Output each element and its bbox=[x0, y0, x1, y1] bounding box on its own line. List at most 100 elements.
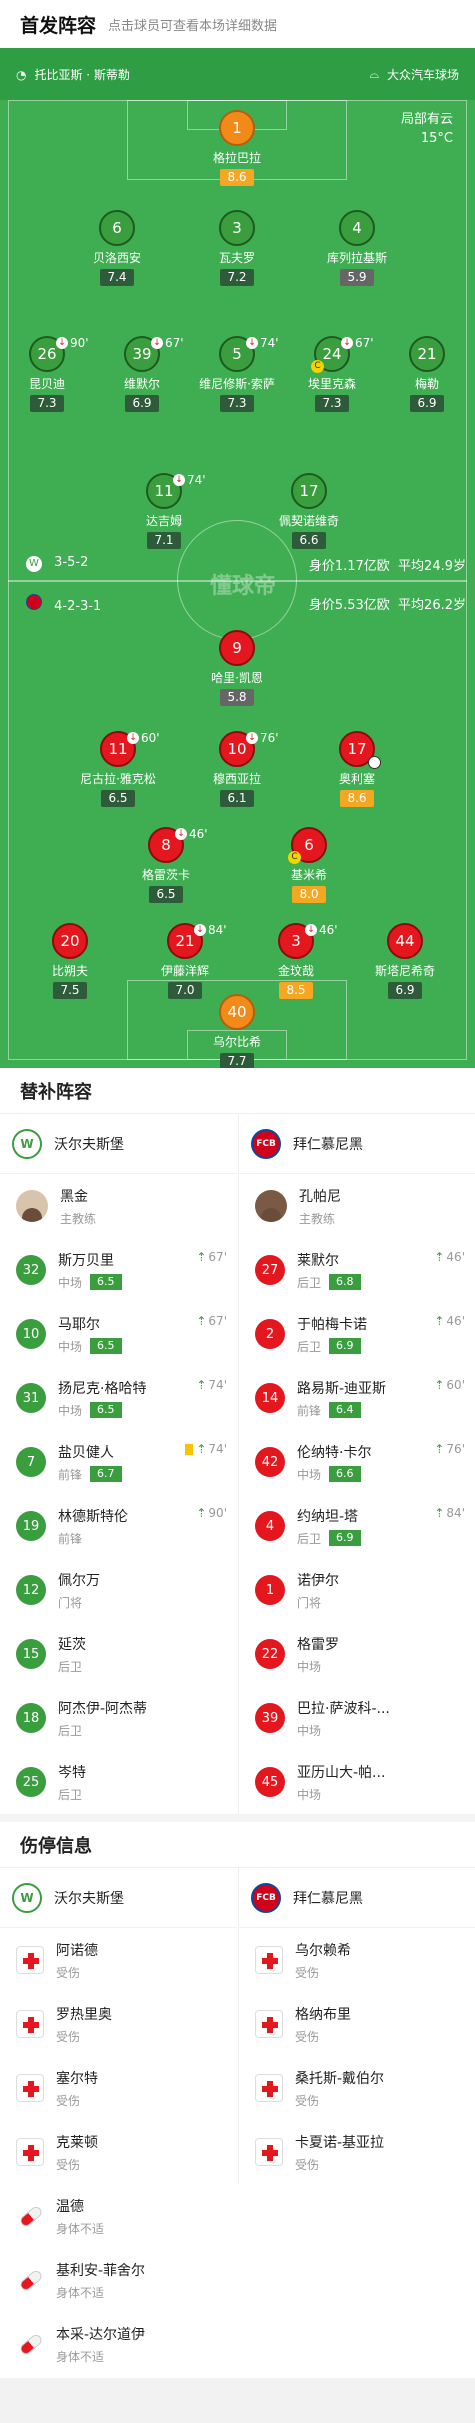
away-player[interactable]: 40 乌尔比希 7.7 bbox=[182, 994, 292, 1068]
away-team-row[interactable]: FCB 拜仁慕尼黑 bbox=[239, 1114, 475, 1174]
sub-player-row[interactable]: 27 莱默尔 后卫 6.8 ⇡ 46' bbox=[239, 1238, 475, 1302]
injury-row[interactable]: 罗热里奥 受伤 bbox=[0, 1992, 237, 2056]
away-player[interactable]: 44 斯塔尼希奇 6.9 bbox=[350, 923, 460, 999]
away-player[interactable]: 6 C 基米希 8.0 bbox=[254, 827, 364, 903]
player-rating: 6.5 bbox=[90, 1274, 122, 1290]
home-team-row[interactable]: W 沃尔夫斯堡 bbox=[0, 1114, 237, 1174]
sub-player-row[interactable]: 32 斯万贝里 中场 6.5 ⇡ 67' bbox=[0, 1238, 237, 1302]
injury-status: 受伤 bbox=[56, 2093, 81, 2108]
home-player[interactable]: 11 ↓ 74' 达吉姆 7.1 bbox=[109, 473, 219, 549]
home-player[interactable]: 5 ↓ 74' 维尼修斯·索萨 7.3 bbox=[182, 336, 292, 412]
away-formation: 4-2-3-1 bbox=[54, 599, 102, 614]
player-info: 阿杰伊-阿杰蒂 后卫 bbox=[58, 1698, 147, 1739]
away-player[interactable]: 8 ↓ 46' 格雷茨卡 6.5 bbox=[111, 827, 221, 903]
sub-player-row[interactable]: 12 佩尔万 门将 bbox=[0, 1558, 237, 1622]
substitution-time: ↓ 74' bbox=[246, 336, 279, 350]
player-rating: 6.9 bbox=[329, 1338, 361, 1354]
player-rating: 6.9 bbox=[329, 1530, 361, 1546]
away-player[interactable]: 17 ● 奥利塞 8.6 bbox=[302, 731, 412, 807]
player-position-line: 门将 bbox=[58, 1594, 100, 1611]
injury-row[interactable]: 温德 身体不适 bbox=[0, 2184, 237, 2248]
player-rating: 8.0 bbox=[292, 886, 326, 903]
substitution-time: ↓ 46' bbox=[175, 827, 208, 841]
injury-row[interactable]: 格纳布里 受伤 bbox=[239, 1992, 475, 2056]
player-number: 39 bbox=[255, 1703, 285, 1733]
sub-player-row[interactable]: 22 格雷罗 中场 bbox=[239, 1622, 475, 1686]
sub-player-row[interactable]: 7 盐贝健人 前锋 6.7 ⇡ 74' bbox=[0, 1430, 237, 1494]
sub-player-row[interactable]: 18 阿杰伊-阿杰蒂 后卫 bbox=[0, 1686, 237, 1750]
player-name: 基利安-菲舍尔 bbox=[56, 2262, 146, 2279]
player-name: 克莱顿 bbox=[56, 2134, 98, 2151]
home-coach[interactable]: 黑金 主教练 bbox=[0, 1174, 237, 1238]
injury-row[interactable]: 阿诺德 受伤 bbox=[0, 1928, 237, 1992]
player-name: 本采-达尔道伊 bbox=[56, 2326, 146, 2343]
away-player[interactable]: 9 哈里·凯恩 5.8 bbox=[182, 630, 292, 706]
home-player[interactable]: 4 库列拉基斯 5.9 bbox=[302, 210, 412, 286]
injury-row[interactable]: 乌尔赖希 受伤 bbox=[239, 1928, 475, 1992]
footer-bar bbox=[0, 2378, 475, 2423]
sub-player-row[interactable]: 1 诺伊尔 门将 bbox=[239, 1558, 475, 1622]
home-player[interactable]: 1 格拉巴拉 8.6 bbox=[182, 110, 292, 186]
away-player[interactable]: 10 ↓ 76' 穆西亚拉 6.1 bbox=[182, 731, 292, 807]
captain-icon: C bbox=[288, 851, 301, 864]
sub-in-icon: ⇡ bbox=[196, 1506, 207, 1520]
player-number: 1 bbox=[219, 110, 255, 146]
player-rating: 6.5 bbox=[101, 790, 135, 807]
away-player[interactable]: 21 ↓ 84' 伊藤洋辉 7.0 bbox=[130, 923, 240, 999]
home-player[interactable]: 21 梅勒 6.9 bbox=[372, 336, 475, 412]
player-rating: 7.3 bbox=[315, 395, 349, 412]
sub-player-row[interactable]: 25 岑特 后卫 bbox=[0, 1750, 237, 1814]
player-rating: 7.2 bbox=[220, 269, 254, 286]
player-info: 诺伊尔 门将 bbox=[297, 1570, 339, 1611]
player-number: 22 bbox=[255, 1639, 285, 1669]
home-player[interactable]: 17 佩契诺维奇 6.6 bbox=[254, 473, 364, 549]
injury-status: 身体不适 bbox=[56, 2349, 105, 2364]
home-player[interactable]: 24 C ↓ 67' 埃里克森 7.3 bbox=[277, 336, 387, 412]
player-rating: 6.5 bbox=[149, 886, 183, 903]
sub-in-icon: ⇡ bbox=[434, 1506, 445, 1520]
sub-minute: 90' bbox=[70, 336, 89, 350]
away-team-row[interactable]: FCB 拜仁慕尼黑 bbox=[239, 1868, 475, 1928]
player-name: 约纳坦-塔 bbox=[297, 1508, 359, 1525]
player-number: 31 bbox=[16, 1383, 46, 1413]
sub-player-row[interactable]: 4 约纳坦-塔 后卫 6.9 ⇡ 84' bbox=[239, 1494, 475, 1558]
sub-player-row[interactable]: 14 路易斯-迪亚斯 前锋 6.4 ⇡ 60' bbox=[239, 1366, 475, 1430]
sub-player-row[interactable]: 42 伦纳特·卡尔 中场 6.6 ⇡ 76' bbox=[239, 1430, 475, 1494]
player-position: 后卫 bbox=[58, 1659, 83, 1674]
injury-row[interactable]: 塞尔特 受伤 bbox=[0, 2056, 237, 2120]
player-number: 4 bbox=[255, 1511, 285, 1541]
sub-player-row[interactable]: 31 扬尼克·格哈特 中场 6.5 ⇡ 74' bbox=[0, 1366, 237, 1430]
temperature: 15°C bbox=[420, 131, 453, 146]
player-position: 后卫 bbox=[58, 1787, 83, 1802]
injury-icon bbox=[255, 2010, 283, 2038]
player-number: 15 bbox=[16, 1639, 46, 1669]
player-position: 前锋 bbox=[58, 1531, 83, 1546]
sub-minute: 76' bbox=[260, 731, 279, 745]
injury-row[interactable]: 克莱顿 受伤 bbox=[0, 2120, 237, 2184]
injury-row[interactable]: 本采-达尔道伊 身体不适 bbox=[0, 2312, 237, 2376]
home-player[interactable]: 6 贝洛西安 7.4 bbox=[62, 210, 172, 286]
player-position: 中场 bbox=[297, 1723, 322, 1738]
sub-player-row[interactable]: 45 亚历山大-帕... 中场 bbox=[239, 1750, 475, 1814]
sub-event: ⇡ 46' bbox=[434, 1250, 465, 1264]
home-team-row[interactable]: W 沃尔夫斯堡 bbox=[0, 1868, 237, 1928]
sub-player-row[interactable]: 15 延茨 后卫 bbox=[0, 1622, 237, 1686]
sub-player-row[interactable]: 2 于帕梅卡诺 后卫 6.9 ⇡ 46' bbox=[239, 1302, 475, 1366]
injury-row[interactable]: 卡夏诺-基亚拉 受伤 bbox=[239, 2120, 475, 2184]
sub-player-row[interactable]: 19 林德斯特伦 前锋 ⇡ 90' bbox=[0, 1494, 237, 1558]
away-player[interactable]: 3 ↓ 46' 金玟哉 8.5 bbox=[241, 923, 351, 999]
sub-minute: 67' bbox=[208, 1250, 227, 1264]
home-team-logo-icon: W bbox=[26, 556, 42, 572]
away-player[interactable]: 11 ↓ 60' 尼古拉·雅克松 6.5 bbox=[63, 731, 173, 807]
sub-player-row[interactable]: 10 马耶尔 中场 6.5 ⇡ 67' bbox=[0, 1302, 237, 1366]
away-coach[interactable]: 孔帕尼 主教练 bbox=[239, 1174, 475, 1238]
illness-icon bbox=[16, 2330, 44, 2358]
home-player[interactable]: 39 ↓ 67' 维默尔 6.9 bbox=[87, 336, 197, 412]
sub-player-row[interactable]: 39 巴拉·萨波科-... 中场 bbox=[239, 1686, 475, 1750]
injury-row[interactable]: 基利安-菲舍尔 身体不适 bbox=[0, 2248, 237, 2312]
home-player[interactable]: 3 瓦夫罗 7.2 bbox=[182, 210, 292, 286]
substitution-time: ↓ 74' bbox=[173, 473, 206, 487]
injury-section: 伤停信息 bbox=[0, 1814, 475, 1868]
injury-row[interactable]: 桑托斯-戴伯尔 受伤 bbox=[239, 2056, 475, 2120]
away-player[interactable]: 20 比朔夫 7.5 bbox=[15, 923, 125, 999]
